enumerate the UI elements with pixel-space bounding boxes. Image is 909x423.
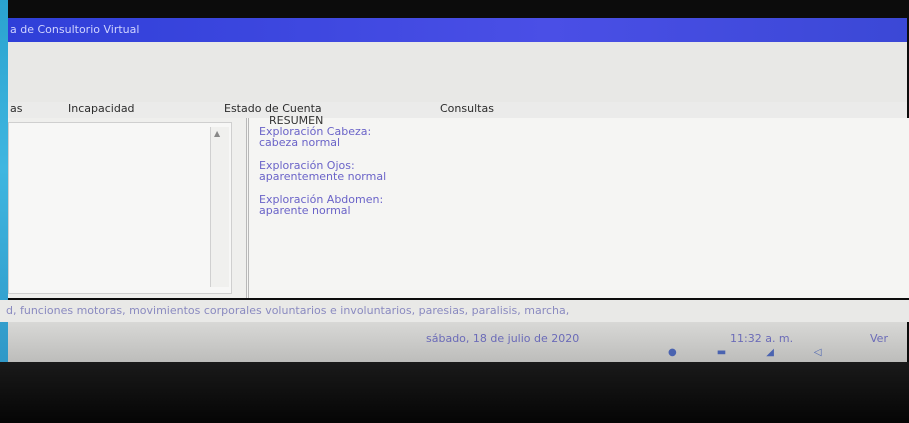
toolbar-area xyxy=(8,42,907,102)
taskbar-icons: ● ▬ ◢ ◁ xyxy=(668,346,822,358)
network-globe-icon[interactable]: ● xyxy=(668,347,677,358)
main-content: ▲ RESUMEN Exploración Cabeza: cabeza nor… xyxy=(8,114,909,298)
resumen-body: Exploración Cabeza: cabeza normal Explor… xyxy=(259,126,386,228)
tab-incapacidad[interactable]: Incapacidad xyxy=(68,102,135,115)
resumen-panel[interactable]: RESUMEN Exploración Cabeza: cabeza norma… xyxy=(246,114,909,298)
window-title: a de Consultorio Virtual xyxy=(10,23,140,36)
resumen-section: Exploración Cabeza: cabeza normal xyxy=(259,126,386,148)
section-value: aparentemente normal xyxy=(259,170,387,183)
status-date: sábado, 18 de julio de 2020 xyxy=(426,332,580,345)
help-text-line: d, funciones motoras, movimientos corpor… xyxy=(0,300,909,322)
window-title-bar[interactable]: a de Consultorio Virtual xyxy=(8,18,907,42)
section-value: cabeza normal xyxy=(259,136,341,149)
status-extra: Ver xyxy=(870,332,888,345)
tab-partial[interactable]: as xyxy=(10,102,22,115)
tab-consultas[interactable]: Consultas xyxy=(440,102,494,115)
app-icon[interactable]: ▬ xyxy=(717,347,726,358)
tab-strip: as Incapacidad Estado de Cuenta Consulta… xyxy=(8,102,907,119)
monitor-bezel xyxy=(0,362,909,423)
status-bar: sábado, 18 de julio de 2020 11:32 a. m. … xyxy=(8,322,907,362)
desktop-edge xyxy=(0,0,8,423)
volume-icon[interactable]: ◁ xyxy=(814,347,822,358)
app-icon[interactable]: ◢ xyxy=(766,347,774,358)
status-time: 11:32 a. m. xyxy=(730,332,794,345)
scroll-up-icon[interactable]: ▲ xyxy=(214,129,220,138)
section-value: aparente normal xyxy=(259,204,351,217)
left-list-panel[interactable]: ▲ xyxy=(8,122,232,294)
scrollbar[interactable]: ▲ xyxy=(210,127,229,287)
resumen-section: Exploración Abdomen: aparente normal xyxy=(259,194,386,216)
resumen-section: Exploración Ojos: aparentemente normal xyxy=(259,160,386,182)
